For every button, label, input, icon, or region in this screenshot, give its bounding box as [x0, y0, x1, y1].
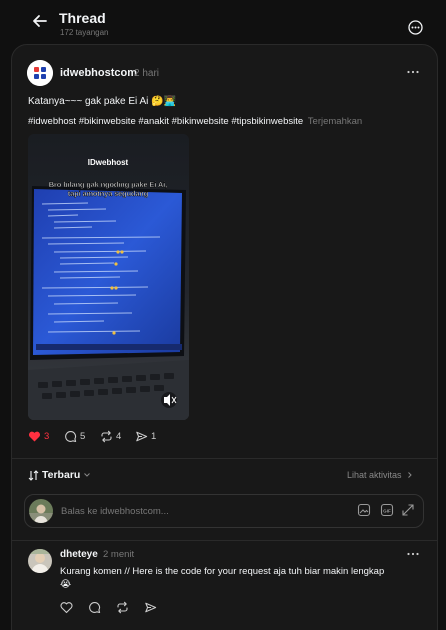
comment-time: 2 menit — [103, 549, 135, 560]
comment-author[interactable]: dheteye — [60, 549, 98, 560]
repost-icon[interactable] — [116, 601, 129, 614]
share-count: 1 — [151, 430, 157, 442]
video-frame: IDwebhost Bro bilang gak ngoding pake Ei… — [28, 134, 189, 420]
video-caption-line1: Bro bilang gak ngoding pake Ei Ai, — [49, 180, 167, 189]
user-avatar[interactable] — [29, 499, 53, 523]
video-caption-line2: tapi amotnya segudang — [68, 189, 148, 198]
share-icon — [136, 431, 148, 441]
sort-icon — [28, 469, 39, 481]
comment-text: Kurang komen // Here is the code for you… — [60, 566, 385, 590]
post-text: Katanya~~~ gak pake Ei Ai 🤔👨‍💻 — [28, 96, 177, 107]
sort-label: Terbaru — [42, 469, 81, 481]
image-icon[interactable] — [357, 503, 371, 517]
view-count: 172 tayangan — [60, 28, 109, 37]
video-brand: IDwebhost — [88, 158, 129, 167]
translate-link[interactable]: Terjemahkan — [308, 116, 362, 127]
gif-icon[interactable]: GIF — [380, 503, 394, 517]
like-count: 3 — [44, 430, 50, 442]
view-activity-link[interactable]: Lihat aktivitas — [347, 470, 414, 480]
share-icon[interactable] — [144, 601, 157, 614]
repost-button[interactable]: 4 — [100, 429, 121, 443]
comment-icon[interactable] — [88, 601, 101, 614]
commenter-avatar[interactable] — [28, 549, 52, 573]
heart-icon — [28, 431, 41, 441]
reply-input[interactable] — [61, 501, 341, 521]
more-dots-icon[interactable] — [405, 64, 421, 80]
hashtags[interactable]: #idwebhost #bikinwebsite #anakit #bikinw… — [28, 116, 303, 127]
top-bar: Thread 172 tayangan — [0, 0, 446, 44]
page-title: Thread — [59, 10, 106, 26]
chevron-right-icon — [408, 472, 412, 478]
reply-count: 5 — [80, 430, 86, 442]
share-button[interactable]: 1 — [135, 429, 156, 443]
post-time: 2 hari — [134, 68, 160, 79]
chevron-down-icon — [84, 473, 91, 477]
mute-icon[interactable] — [161, 392, 177, 408]
sort-dropdown[interactable]: Terbaru — [28, 469, 91, 481]
svg-text:GIF: GIF — [383, 508, 391, 513]
more-circle-icon[interactable] — [407, 19, 424, 36]
repost-count: 4 — [116, 430, 122, 442]
activity-label: Lihat aktivitas — [347, 470, 402, 480]
post-video[interactable]: IDwebhost Bro bilang gak ngoding pake Ei… — [28, 134, 189, 420]
comment-icon — [65, 430, 77, 442]
divider — [12, 540, 437, 541]
comment-button[interactable]: 5 — [64, 429, 85, 443]
repost-icon — [101, 430, 112, 442]
more-dots-icon[interactable] — [405, 546, 421, 562]
like-button[interactable]: 3 — [28, 429, 49, 443]
divider — [12, 458, 437, 459]
back-arrow-icon[interactable] — [30, 11, 50, 31]
expand-icon[interactable] — [401, 503, 415, 517]
heart-icon[interactable] — [60, 601, 73, 614]
post-tags: #idwebhost #bikinwebsite #anakit #bikinw… — [28, 116, 362, 127]
author-avatar[interactable] — [27, 60, 53, 86]
author-name[interactable]: idwebhostcom — [60, 67, 137, 79]
